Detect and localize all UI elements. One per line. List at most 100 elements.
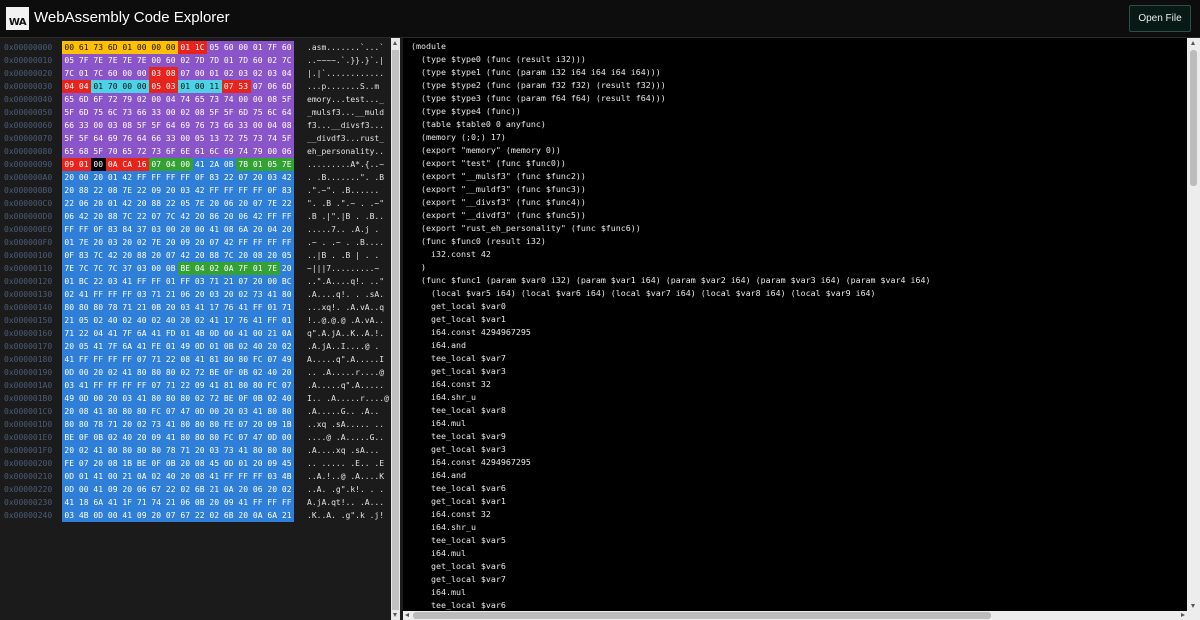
hex-byte[interactable]: 0B [192, 496, 207, 509]
hex-byte[interactable]: 03 [149, 223, 164, 236]
hex-byte[interactable]: 6C [265, 106, 280, 119]
hex-byte[interactable]: 66 [221, 119, 236, 132]
hex-byte[interactable]: 02 [178, 106, 193, 119]
hex-byte[interactable]: 03 [265, 67, 280, 80]
hex-byte[interactable]: FF [265, 314, 280, 327]
hex-byte[interactable]: 0A [221, 262, 236, 275]
hex-byte[interactable]: 7E [120, 184, 135, 197]
hex-byte[interactable]: 49 [178, 340, 193, 353]
hex-byte[interactable]: 06 [236, 210, 251, 223]
hex-byte[interactable]: 20 [265, 340, 280, 353]
hex-byte[interactable]: 01 [207, 340, 222, 353]
hex-byte[interactable]: 7C [279, 54, 294, 67]
hex-byte[interactable]: 80 [207, 418, 222, 431]
hex-byte[interactable]: 41 [250, 314, 265, 327]
hex-byte[interactable]: 20 [62, 184, 77, 197]
hex-byte[interactable]: BE [221, 392, 236, 405]
hex-byte[interactable]: 00 [91, 119, 106, 132]
hex-byte[interactable]: 21 [279, 509, 294, 522]
hex-byte[interactable]: FF [76, 223, 91, 236]
hex-byte[interactable]: 80 [149, 366, 164, 379]
hex-byte[interactable]: 02 [120, 314, 135, 327]
hex-byte[interactable]: 60 [250, 54, 265, 67]
hex-byte[interactable]: 03 [105, 119, 120, 132]
hex-byte[interactable]: 41 [192, 158, 207, 171]
hex-byte[interactable]: 09 [62, 158, 77, 171]
hex-byte[interactable]: 20 [178, 314, 193, 327]
hex-byte[interactable]: 20 [163, 301, 178, 314]
hex-byte[interactable]: 09 [134, 509, 149, 522]
hex-byte[interactable]: 0F [236, 392, 251, 405]
hex-byte[interactable]: 40 [105, 314, 120, 327]
scroll-left-arrow-icon[interactable] [405, 613, 409, 617]
hex-byte[interactable]: 20 [62, 444, 77, 457]
hex-byte[interactable]: 7E [192, 197, 207, 210]
hex-byte[interactable]: 08 [192, 106, 207, 119]
hex-byte[interactable]: 80 [76, 301, 91, 314]
hex-byte[interactable]: 33 [149, 106, 164, 119]
hex-byte[interactable]: 00 [207, 405, 222, 418]
hex-byte[interactable]: 6E [178, 145, 193, 158]
hex-byte[interactable]: 22 [163, 353, 178, 366]
hex-byte[interactable]: 04 [192, 262, 207, 275]
hex-byte[interactable]: 0B [221, 340, 236, 353]
hex-byte[interactable]: 41 [207, 223, 222, 236]
hex-byte[interactable]: 7C [120, 210, 135, 223]
hex-byte[interactable]: 49 [62, 392, 77, 405]
hex-byte[interactable]: 07 [163, 509, 178, 522]
hex-byte[interactable]: 6A [134, 327, 149, 340]
hex-byte[interactable]: 07 [76, 457, 91, 470]
hex-byte[interactable]: 20 [120, 418, 135, 431]
hex-byte[interactable]: 42 [105, 249, 120, 262]
hex-byte[interactable]: 65 [120, 145, 135, 158]
hex-byte[interactable]: 07 [265, 353, 280, 366]
hex-byte[interactable]: 18 [76, 496, 91, 509]
hex-byte[interactable]: 1B [120, 457, 135, 470]
hex-byte[interactable]: FE [221, 418, 236, 431]
hex-byte[interactable]: FF [91, 353, 106, 366]
hex-byte[interactable]: 06 [250, 483, 265, 496]
hex-byte[interactable]: 08 [76, 405, 91, 418]
hex-byte[interactable]: 6D [236, 106, 251, 119]
hex-byte[interactable]: 7C [62, 67, 77, 80]
hex-byte[interactable]: 0B [236, 366, 251, 379]
hex-byte[interactable]: 20 [134, 431, 149, 444]
hex-byte[interactable]: FD [163, 327, 178, 340]
hex-byte[interactable]: 7E [120, 54, 135, 67]
hex-byte[interactable]: 01 [178, 41, 193, 54]
hex-byte[interactable]: 71 [134, 496, 149, 509]
hex-byte[interactable]: 41 [76, 288, 91, 301]
hex-byte[interactable]: 7F [76, 54, 91, 67]
hex-byte[interactable]: 07 [134, 353, 149, 366]
hex-byte[interactable]: 40 [134, 314, 149, 327]
hex-byte[interactable]: 0B [221, 158, 236, 171]
hex-byte[interactable]: 73 [149, 418, 164, 431]
hex-byte[interactable]: 02 [250, 67, 265, 80]
hex-byte[interactable]: 00 [250, 327, 265, 340]
hex-byte[interactable]: 20 [105, 392, 120, 405]
hex-byte[interactable]: 5F [279, 93, 294, 106]
hex-byte[interactable]: 41 [91, 405, 106, 418]
hex-byte[interactable]: 7C [91, 67, 106, 80]
hex-byte[interactable]: 7E [134, 54, 149, 67]
hex-byte[interactable]: 7E [76, 236, 91, 249]
scroll-down-arrow-icon[interactable] [1191, 604, 1195, 608]
hex-byte[interactable]: 80 [134, 444, 149, 457]
hex-byte[interactable]: 88 [134, 249, 149, 262]
hex-byte[interactable]: 20 [91, 197, 106, 210]
hex-byte[interactable]: 06 [178, 496, 193, 509]
hex-byte[interactable]: 08 [250, 249, 265, 262]
hex-byte[interactable]: 20 [250, 418, 265, 431]
hex-byte[interactable]: 20 [265, 483, 280, 496]
hex-byte[interactable]: 66 [149, 132, 164, 145]
hex-byte[interactable]: 73 [250, 288, 265, 301]
hex-byte[interactable]: 0F [192, 171, 207, 184]
hex-byte[interactable]: 05 [265, 158, 280, 171]
scroll-up-arrow-icon[interactable] [1191, 41, 1195, 45]
hex-byte[interactable]: 00 [149, 93, 164, 106]
hex-byte[interactable]: 80 [91, 301, 106, 314]
hex-byte[interactable]: 73 [149, 145, 164, 158]
hex-byte[interactable]: 21 [62, 314, 77, 327]
hex-byte[interactable]: 03 [236, 67, 251, 80]
hex-byte[interactable]: 00 [178, 132, 193, 145]
